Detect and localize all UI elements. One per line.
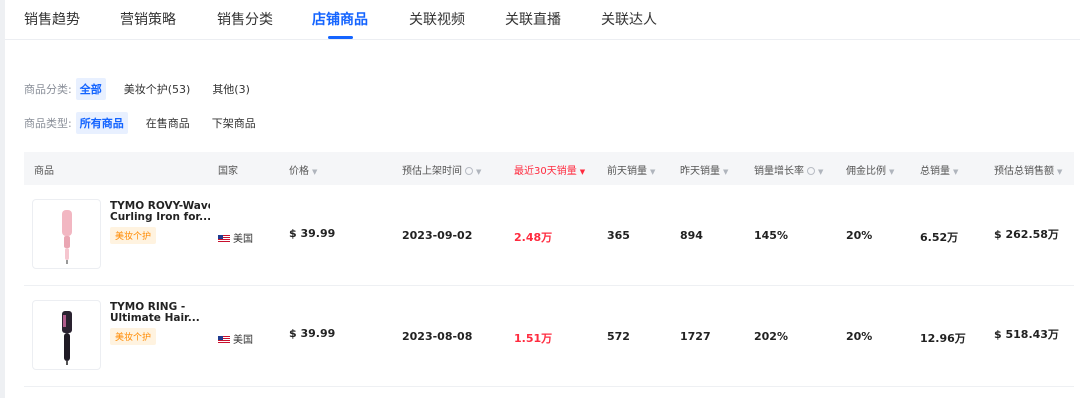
sort-icon[interactable]: ▼ bbox=[650, 168, 655, 176]
est-gmv-cell: $ 262.58万 bbox=[994, 228, 1059, 241]
tab-related-live[interactable]: 关联直播 bbox=[505, 9, 561, 29]
type-option-off-shelf[interactable]: 下架商品 bbox=[208, 112, 260, 134]
price-cell: $ 39.99 bbox=[289, 227, 336, 240]
sales-30d-cell: 2.48万 bbox=[514, 231, 553, 244]
growth-rate-cell: 145% bbox=[754, 229, 788, 242]
type-option-all[interactable]: 所有商品 bbox=[75, 112, 128, 134]
left-border bbox=[0, 0, 5, 398]
commission-cell: 20% bbox=[846, 330, 873, 343]
sort-icon[interactable]: ▼ bbox=[953, 168, 958, 176]
total-sales-cell: 12.96万 bbox=[920, 332, 966, 345]
sort-icon[interactable]: ▼ bbox=[889, 168, 894, 176]
col-yesterday-sales[interactable]: 昨天销量 ▼ bbox=[680, 162, 728, 177]
table-row[interactable]: TYMO ROVY-Wave Curling Iron for... 美妆个护 … bbox=[24, 185, 1074, 286]
col-est-gmv[interactable]: 预估总销售额 ▼ bbox=[994, 162, 1062, 177]
product-name[interactable]: TYMO ROVY-Wave Curling Iron for... bbox=[110, 201, 210, 223]
day-before-sales-cell: 572 bbox=[607, 330, 630, 343]
day-before-sales-cell: 365 bbox=[607, 229, 630, 242]
col-growth-rate[interactable]: 销量增长率 ▼ bbox=[754, 162, 823, 177]
category-option-all[interactable]: 全部 bbox=[75, 78, 106, 100]
launch-date-cell: 2023-09-02 bbox=[402, 229, 473, 242]
sort-icon[interactable]: ▼ bbox=[1057, 168, 1062, 176]
col-total-sales[interactable]: 总销量 ▼ bbox=[920, 162, 958, 177]
table-row[interactable]: TYMO RING - Ultimate Hair... 美妆个护 美国 $ 3… bbox=[24, 286, 1074, 387]
commission-cell: 20% bbox=[846, 229, 873, 242]
category-tag: 美妆个护 bbox=[110, 328, 157, 345]
tab-related-influencers[interactable]: 关联达人 bbox=[601, 9, 657, 29]
sales-30d-cell: 1.51万 bbox=[514, 332, 553, 345]
sort-icon[interactable]: ▼ bbox=[818, 168, 823, 176]
sort-icon[interactable]: ▼ bbox=[580, 168, 585, 176]
type-filter-label: 商品类型: bbox=[24, 117, 72, 130]
growth-rate-cell: 202% bbox=[754, 330, 788, 343]
info-icon[interactable] bbox=[807, 167, 815, 175]
launch-date-cell: 2023-08-08 bbox=[402, 330, 473, 343]
tab-sales-category[interactable]: 销售分类 bbox=[217, 9, 273, 29]
country-cell: 美国 bbox=[218, 230, 253, 245]
tab-related-videos[interactable]: 关联视频 bbox=[409, 9, 465, 29]
col-commission[interactable]: 佣金比例 ▼ bbox=[846, 162, 894, 177]
product-thumbnail[interactable] bbox=[32, 199, 101, 269]
tab-bar: 销售趋势 营销策略 销售分类 店铺商品 关联视频 关联直播 关联达人 bbox=[5, 0, 1080, 40]
hair-straightener-brush-icon bbox=[62, 311, 72, 365]
yesterday-sales-cell: 1727 bbox=[680, 330, 711, 343]
tab-store-products[interactable]: 店铺商品 bbox=[312, 9, 368, 29]
col-launch-time[interactable]: 预估上架时间 ▼ bbox=[402, 162, 481, 177]
category-option-beauty[interactable]: 美妆个护(53) bbox=[120, 78, 195, 100]
type-option-on-sale[interactable]: 在售商品 bbox=[142, 112, 194, 134]
total-sales-cell: 6.52万 bbox=[920, 231, 959, 244]
col-day-before-sales[interactable]: 前天销量 ▼ bbox=[607, 162, 655, 177]
col-product: 商品 bbox=[34, 166, 54, 177]
yesterday-sales-cell: 894 bbox=[680, 229, 703, 242]
col-sales-30d[interactable]: 最近30天销量 ▼ bbox=[514, 162, 585, 177]
type-filter: 商品类型: 所有商品 在售商品 下架商品 bbox=[24, 112, 274, 134]
tab-marketing-strategy[interactable]: 营销策略 bbox=[120, 9, 176, 29]
category-filter-label: 商品分类: bbox=[24, 83, 72, 96]
us-flag-icon bbox=[218, 336, 230, 344]
price-cell: $ 39.99 bbox=[289, 327, 336, 340]
sort-icon[interactable]: ▼ bbox=[476, 168, 481, 176]
info-icon[interactable] bbox=[465, 167, 473, 175]
col-country: 国家 bbox=[218, 166, 238, 177]
tab-sales-trend[interactable]: 销售趋势 bbox=[24, 9, 80, 29]
category-option-other[interactable]: 其他(3) bbox=[208, 78, 254, 100]
product-name[interactable]: TYMO RING - Ultimate Hair... bbox=[110, 302, 210, 324]
est-gmv-cell: $ 518.43万 bbox=[994, 328, 1059, 341]
country-cell: 美国 bbox=[218, 331, 253, 346]
sort-icon[interactable]: ▼ bbox=[312, 168, 317, 176]
category-tag: 美妆个护 bbox=[110, 227, 157, 244]
category-filter: 商品分类: 全部 美妆个护(53) 其他(3) bbox=[24, 78, 268, 100]
col-price[interactable]: 价格 ▼ bbox=[289, 162, 317, 177]
sort-icon[interactable]: ▼ bbox=[723, 168, 728, 176]
active-tab-indicator bbox=[328, 36, 353, 39]
curling-iron-icon bbox=[62, 210, 72, 264]
table-header: 商品 国家 价格 ▼ 预估上架时间 ▼ 最近30天销量 ▼ 前天销量 ▼ 昨天销量 ▼ 销… bbox=[24, 152, 1074, 185]
product-thumbnail[interactable] bbox=[32, 300, 101, 370]
us-flag-icon bbox=[218, 235, 230, 243]
